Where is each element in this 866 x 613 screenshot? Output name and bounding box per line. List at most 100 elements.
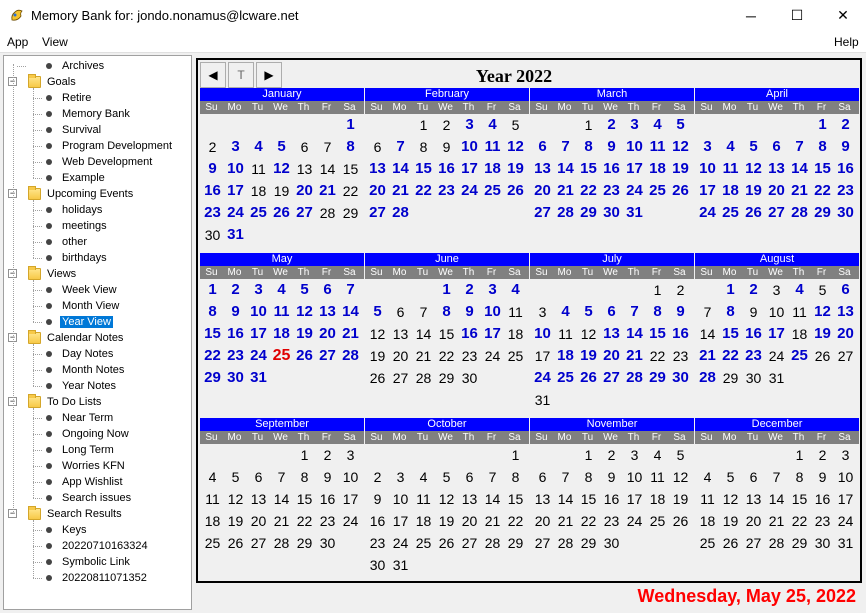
day-cell[interactable]: 4 xyxy=(646,444,669,466)
day-cell[interactable]: 10 xyxy=(339,466,362,488)
day-cell[interactable]: 2 xyxy=(742,279,765,301)
day-cell[interactable]: 9 xyxy=(811,466,834,488)
day-cell[interactable]: 27 xyxy=(531,202,554,224)
day-cell[interactable]: 17 xyxy=(623,158,646,180)
day-cell[interactable]: 12 xyxy=(669,136,692,158)
day-cell[interactable]: 6 xyxy=(316,279,339,301)
day-cell[interactable]: 5 xyxy=(270,136,293,158)
day-cell[interactable]: 23 xyxy=(316,510,339,532)
day-cell[interactable]: 20 xyxy=(600,345,623,367)
day-cell[interactable]: 29 xyxy=(577,202,600,224)
day-cell[interactable]: 26 xyxy=(669,510,692,532)
day-cell[interactable]: 26 xyxy=(270,202,293,224)
day-cell[interactable]: 10 xyxy=(623,136,646,158)
day-cell[interactable]: 14 xyxy=(481,488,504,510)
day-cell[interactable]: 17 xyxy=(834,488,857,510)
day-cell[interactable]: 27 xyxy=(531,532,554,554)
day-cell[interactable]: 18 xyxy=(696,510,719,532)
day-cell[interactable]: 16 xyxy=(316,488,339,510)
day-cell[interactable]: 12 xyxy=(669,466,692,488)
day-cell[interactable]: 8 xyxy=(811,136,834,158)
day-cell[interactable]: 22 xyxy=(412,180,435,202)
tree-folder[interactable]: − Views xyxy=(8,266,78,282)
day-cell[interactable]: 26 xyxy=(669,180,692,202)
day-cell[interactable]: 11 xyxy=(646,466,669,488)
day-cell[interactable]: 26 xyxy=(293,345,316,367)
day-cell[interactable]: 8 xyxy=(504,466,527,488)
day-cell[interactable]: 25 xyxy=(788,345,811,367)
day-cell[interactable]: 16 xyxy=(600,488,623,510)
day-cell[interactable]: 23 xyxy=(834,180,857,202)
day-cell[interactable]: 8 xyxy=(646,301,669,323)
day-cell[interactable]: 7 xyxy=(696,301,719,323)
day-cell[interactable]: 20 xyxy=(834,323,857,345)
day-cell[interactable]: 17 xyxy=(458,158,481,180)
day-cell[interactable]: 12 xyxy=(742,158,765,180)
day-cell[interactable]: 5 xyxy=(293,279,316,301)
day-cell[interactable]: 28 xyxy=(696,367,719,389)
day-cell[interactable]: 2 xyxy=(458,279,481,301)
tree-item[interactable]: App Wishlist xyxy=(44,474,125,490)
day-cell[interactable]: 3 xyxy=(247,279,270,301)
day-cell[interactable]: 7 xyxy=(481,466,504,488)
day-cell[interactable]: 28 xyxy=(481,532,504,554)
day-cell[interactable]: 9 xyxy=(600,136,623,158)
day-cell[interactable]: 8 xyxy=(719,301,742,323)
day-cell[interactable]: 18 xyxy=(788,323,811,345)
day-cell[interactable]: 9 xyxy=(669,301,692,323)
day-cell[interactable]: 5 xyxy=(669,114,692,136)
day-cell[interactable]: 25 xyxy=(247,202,270,224)
day-cell[interactable]: 23 xyxy=(201,202,224,224)
day-cell[interactable]: 28 xyxy=(554,532,577,554)
day-cell[interactable]: 29 xyxy=(435,367,458,389)
day-cell[interactable]: 3 xyxy=(623,114,646,136)
day-cell[interactable]: 30 xyxy=(458,367,481,389)
next-year-button[interactable]: ▶ xyxy=(256,62,282,88)
tree-item[interactable]: Worries KFN xyxy=(44,458,127,474)
day-cell[interactable]: 4 xyxy=(554,301,577,323)
day-cell[interactable]: 3 xyxy=(531,301,554,323)
month-header[interactable]: January xyxy=(200,88,364,101)
day-cell[interactable]: 19 xyxy=(435,510,458,532)
day-cell[interactable]: 21 xyxy=(623,345,646,367)
day-cell[interactable]: 6 xyxy=(834,279,857,301)
tree-folder[interactable]: − To Do Lists xyxy=(8,394,103,410)
day-cell[interactable]: 3 xyxy=(834,444,857,466)
day-cell[interactable]: 14 xyxy=(412,323,435,345)
day-cell[interactable]: 10 xyxy=(247,301,270,323)
day-cell[interactable]: 22 xyxy=(577,180,600,202)
day-cell[interactable]: 24 xyxy=(247,345,270,367)
month-header[interactable]: May xyxy=(200,253,364,266)
day-cell[interactable]: 10 xyxy=(834,466,857,488)
day-cell[interactable]: 28 xyxy=(765,532,788,554)
day-cell[interactable]: 13 xyxy=(366,158,389,180)
day-cell[interactable]: 2 xyxy=(201,136,224,158)
day-cell[interactable]: 27 xyxy=(765,202,788,224)
day-cell[interactable]: 27 xyxy=(389,367,412,389)
day-cell[interactable]: 29 xyxy=(788,532,811,554)
day-cell[interactable]: 19 xyxy=(293,323,316,345)
tree-item[interactable]: Example xyxy=(44,170,107,186)
tree-item[interactable]: Search issues xyxy=(44,490,133,506)
day-cell[interactable]: 2 xyxy=(811,444,834,466)
day-cell[interactable]: 19 xyxy=(742,180,765,202)
day-cell[interactable]: 12 xyxy=(366,323,389,345)
day-cell[interactable]: 30 xyxy=(316,532,339,554)
day-cell[interactable]: 7 xyxy=(765,466,788,488)
day-cell[interactable]: 7 xyxy=(412,301,435,323)
day-cell[interactable]: 30 xyxy=(600,202,623,224)
day-cell[interactable]: 7 xyxy=(389,136,412,158)
tree-item[interactable]: Retire xyxy=(44,90,93,106)
tree-item[interactable]: Ongoing Now xyxy=(44,426,131,442)
day-cell[interactable]: 12 xyxy=(719,488,742,510)
day-cell[interactable]: 30 xyxy=(366,554,389,576)
day-cell[interactable]: 28 xyxy=(554,202,577,224)
day-cell[interactable]: 10 xyxy=(696,158,719,180)
day-cell[interactable]: 2 xyxy=(600,444,623,466)
day-cell[interactable]: 28 xyxy=(623,367,646,389)
day-cell[interactable]: 16 xyxy=(669,323,692,345)
month-header[interactable]: August xyxy=(695,253,859,266)
day-cell[interactable]: 25 xyxy=(412,532,435,554)
day-cell[interactable]: 15 xyxy=(201,323,224,345)
day-cell[interactable]: 28 xyxy=(270,532,293,554)
